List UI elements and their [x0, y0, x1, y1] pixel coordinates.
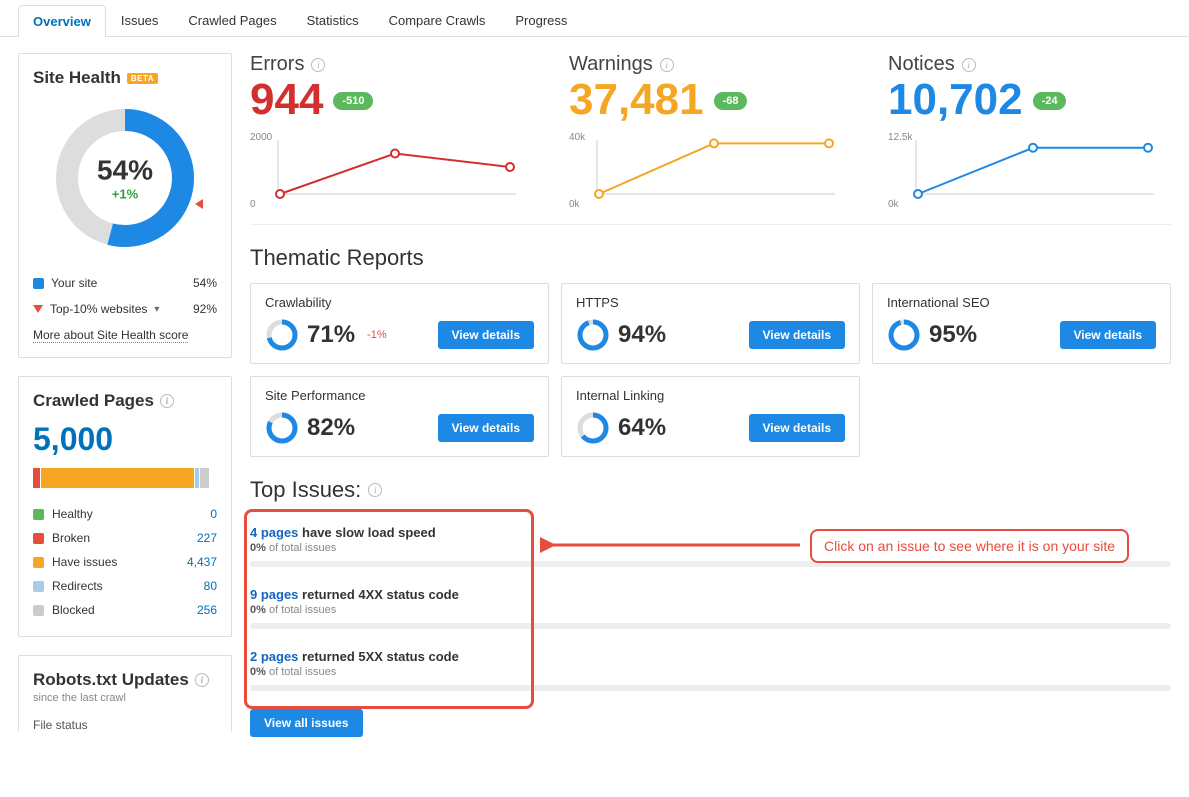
thematic-card: International SEO 95% View details — [872, 283, 1171, 364]
info-icon[interactable]: i — [660, 58, 674, 72]
robots-sub: since the last crawl — [33, 692, 217, 704]
chevron-down-icon: ▾ — [154, 304, 159, 315]
crawled-pages-card: Crawled Pages i 5,000 Healthy 0 Broken 2… — [18, 376, 232, 637]
thematic-card: Crawlability 71% -1% View details — [250, 283, 549, 364]
crawled-pages-total: 5,000 — [33, 421, 217, 458]
thematic-card: Site Performance 82% View details — [250, 376, 549, 457]
thematic-card: HTTPS 94% View details — [561, 283, 860, 364]
view-details-button[interactable]: View details — [438, 414, 534, 442]
thematic-card: Internal Linking 64% View details — [561, 376, 860, 457]
site-health-pct: 54% — [97, 155, 153, 187]
stat-row[interactable]: Blocked 256 — [33, 598, 217, 622]
robots-card: Robots.txt Updates i since the last craw… — [18, 655, 232, 732]
info-icon[interactable]: i — [195, 673, 209, 687]
view-details-button[interactable]: View details — [749, 414, 845, 442]
robots-title: Robots.txt Updates i — [33, 670, 217, 690]
tab-crawled-pages[interactable]: Crawled Pages — [173, 4, 291, 36]
tab-progress[interactable]: Progress — [500, 4, 582, 36]
info-icon[interactable]: i — [368, 483, 382, 497]
info-icon[interactable]: i — [962, 58, 976, 72]
site-health-donut: 54% +1% — [45, 98, 205, 258]
annotation-arrow — [540, 533, 810, 563]
info-icon[interactable]: i — [160, 394, 174, 408]
file-status-label: File status — [33, 718, 217, 732]
thematic-title: Thematic Reports — [250, 245, 1171, 271]
donut-icon — [576, 411, 610, 445]
more-about-link[interactable]: More about Site Health score — [33, 328, 188, 343]
top-issues-box: Click on an issue to see where it is on … — [250, 515, 1171, 737]
metric-warnings[interactable]: Warningsi 37,481-68 40k 0k — [569, 53, 852, 210]
tabs-bar: Overview Issues Crawled Pages Statistics… — [0, 4, 1189, 37]
view-details-button[interactable]: View details — [1060, 321, 1156, 349]
legend-top10[interactable]: Top-10% websites▾ 92% — [33, 296, 217, 322]
triangle-icon — [33, 305, 43, 313]
tab-compare-crawls[interactable]: Compare Crawls — [374, 4, 501, 36]
metric-errors[interactable]: Errorsi 944-510 2000 0 — [250, 53, 533, 210]
info-icon[interactable]: i — [311, 58, 325, 72]
view-all-issues-button[interactable]: View all issues — [250, 709, 363, 737]
site-health-delta: +1% — [97, 187, 153, 202]
donut-icon — [887, 318, 921, 352]
stat-row[interactable]: Have issues 4,437 — [33, 550, 217, 574]
donut-icon — [265, 318, 299, 352]
site-health-card: Site Health BETA 54% +1% Your site 54% — [18, 53, 232, 358]
crawled-pages-bar — [33, 468, 217, 488]
donut-icon — [576, 318, 610, 352]
issue-item[interactable]: 2 pages returned 5XX status code 0% of t… — [250, 639, 1171, 701]
issue-item[interactable]: 9 pages returned 4XX status code 0% of t… — [250, 577, 1171, 639]
stat-row[interactable]: Redirects 80 — [33, 574, 217, 598]
site-health-title: Site Health BETA — [33, 68, 217, 88]
legend-your-site: Your site 54% — [33, 270, 217, 296]
tab-issues[interactable]: Issues — [106, 4, 174, 36]
view-details-button[interactable]: View details — [438, 321, 534, 349]
donut-icon — [265, 411, 299, 445]
stat-row[interactable]: Healthy 0 — [33, 502, 217, 526]
top-issues-title: Top Issues: i — [250, 477, 1171, 503]
tab-overview[interactable]: Overview — [18, 5, 106, 37]
annotation-callout: Click on an issue to see where it is on … — [810, 529, 1129, 563]
tab-statistics[interactable]: Statistics — [292, 4, 374, 36]
view-details-button[interactable]: View details — [749, 321, 845, 349]
metric-notices[interactable]: Noticesi 10,702-24 12.5k 0k — [888, 53, 1171, 210]
crawled-pages-title: Crawled Pages i — [33, 391, 217, 411]
beta-badge: BETA — [127, 73, 158, 84]
stat-row[interactable]: Broken 227 — [33, 526, 217, 550]
